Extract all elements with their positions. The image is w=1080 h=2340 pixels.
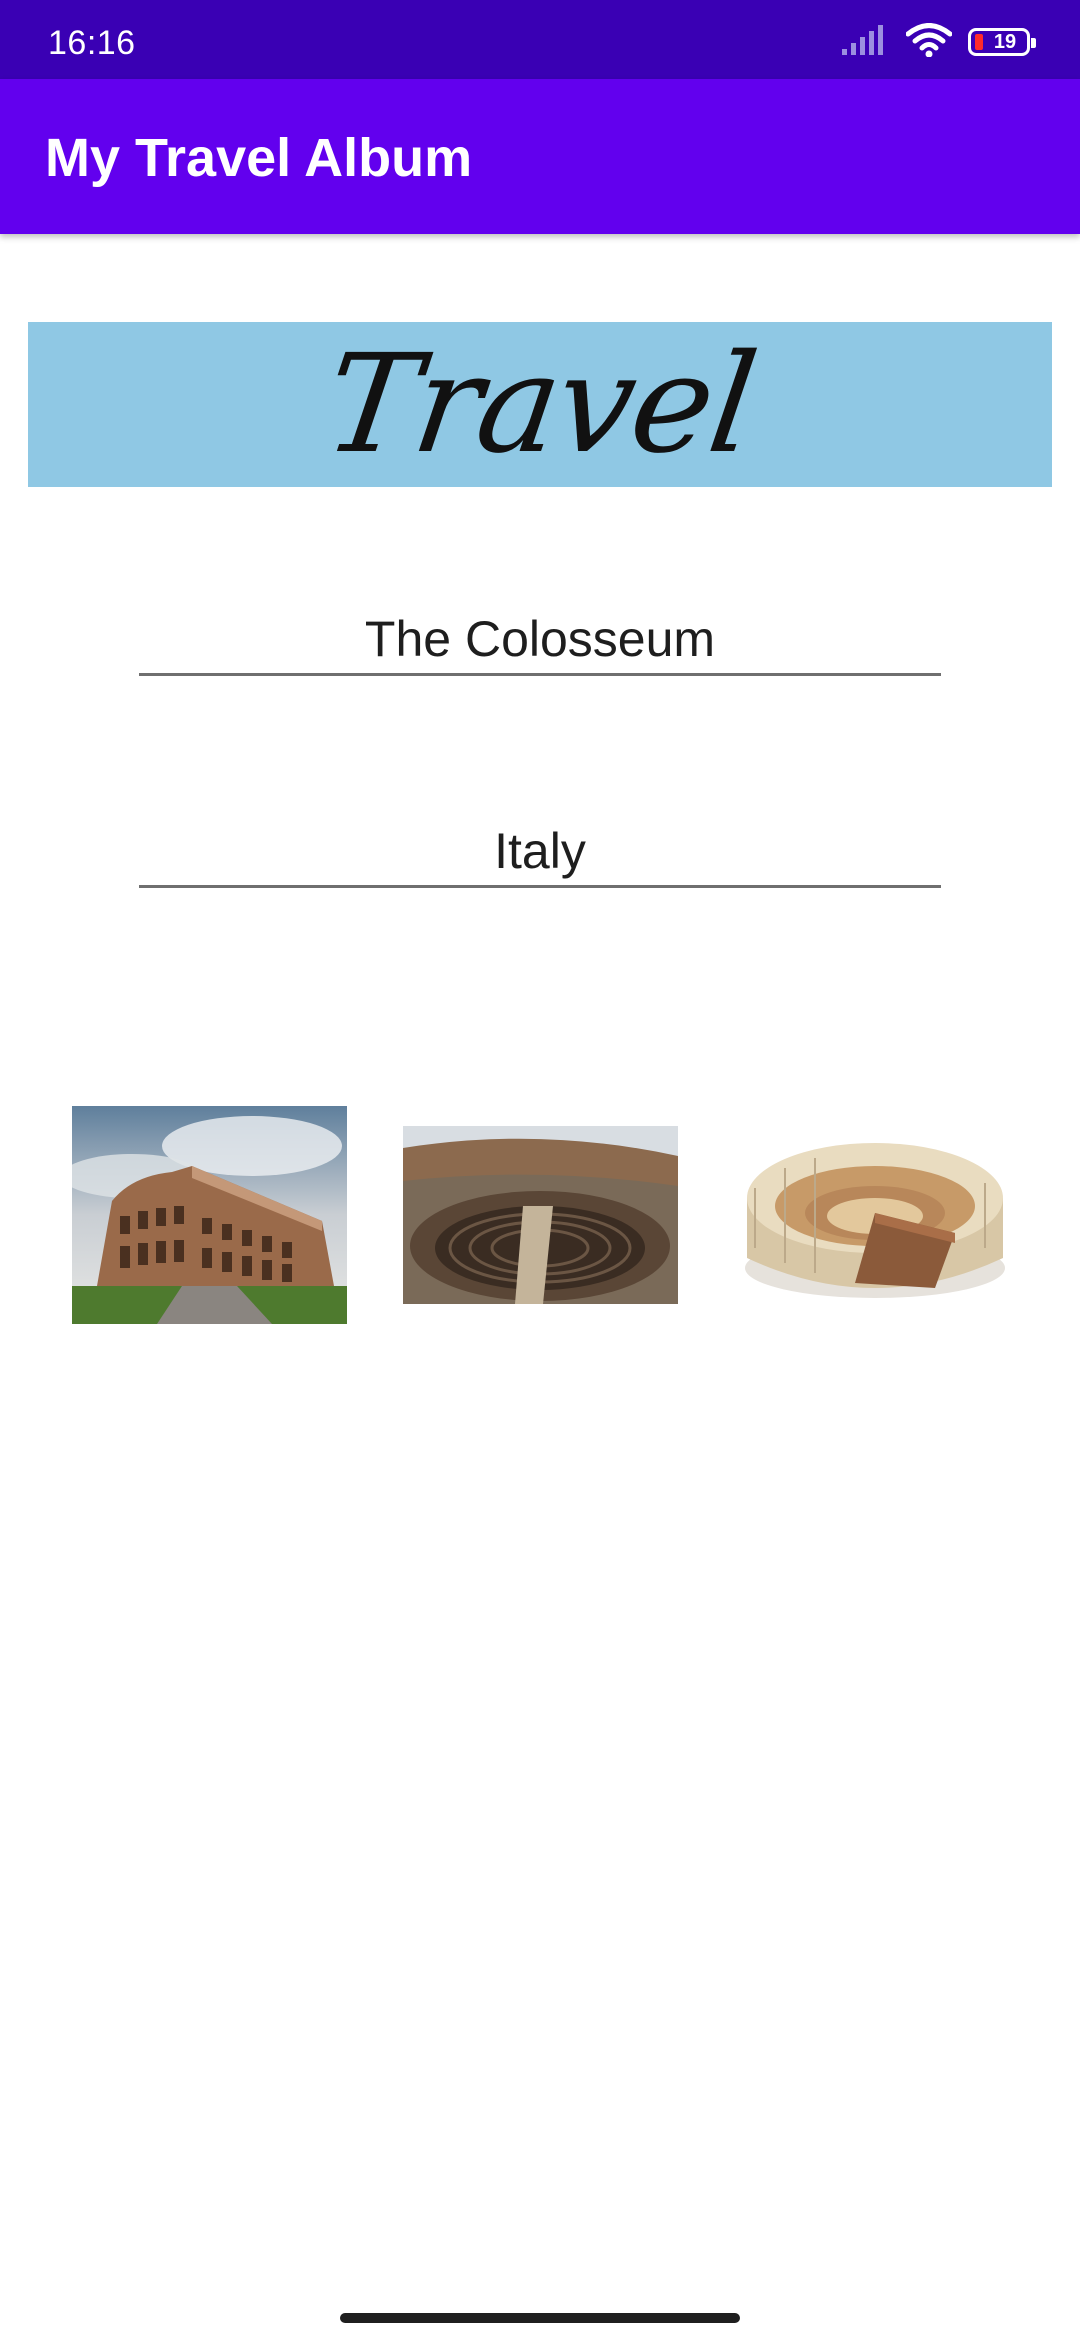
app-screen: 16:16 19 My Travel Album Travel The Colo… [0,0,1080,2340]
home-indicator[interactable] [340,2313,740,2323]
colosseum-interior-photo[interactable] [403,1126,678,1304]
status-time: 16:16 [48,24,136,62]
signal-icon [842,24,890,60]
app-bar: My Travel Album [0,79,1080,234]
battery-level-indicator [975,34,983,50]
country-input[interactable] [139,816,941,888]
battery-percentage: 19 [993,30,1017,53]
banner-title: Travel [316,325,764,484]
travel-banner: Travel [28,322,1052,487]
colosseum-exterior-photo[interactable] [72,1106,347,1324]
wifi-icon [905,22,953,62]
app-title: My Travel Album [45,128,473,188]
battery-icon: 19 [968,28,1036,56]
status-icons: 19 [842,22,1036,60]
colosseum-3d-model-image[interactable] [735,1118,1010,1310]
status-bar: 16:16 19 [0,0,1080,79]
place-name-input[interactable] [139,604,941,676]
